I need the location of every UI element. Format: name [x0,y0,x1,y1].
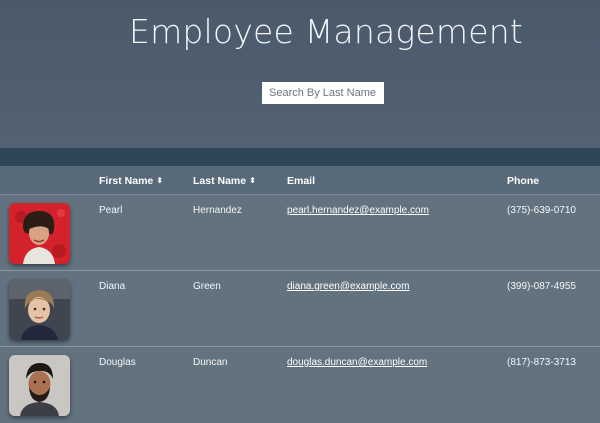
phone: (817)-873-3713 [507,357,576,368]
first-name: Pearl [99,205,123,216]
column-header-first-name[interactable]: First Name ⬍ [99,175,163,187]
first-name: Diana [99,281,126,292]
table-header: First Name ⬍ Last Name ⬍ Email Phone [0,166,600,195]
phone: (375)-639-0710 [507,205,576,216]
person-photo-avatar [9,279,70,340]
table-row: Pearl Hernandez pearl.hernandez@example.… [0,195,600,271]
column-header-label: Last Name [193,175,247,187]
email-cell: pearl.hernandez@example.com [287,205,429,216]
column-header-label: Phone [507,175,540,187]
table-row: Diana Green diana.green@example.com (399… [0,271,600,347]
email-link[interactable]: pearl.hernandez@example.com [287,205,429,216]
page-title: Employee Management [129,12,523,51]
column-header-label: First Name [99,175,154,187]
sort-icon[interactable]: ⬍ [249,177,256,185]
column-header-phone: Phone [507,175,539,187]
search-input[interactable] [262,82,384,104]
person-photo-avatar [9,203,70,264]
last-name: Duncan [193,357,228,368]
last-name: Green [193,281,221,292]
email-cell: diana.green@example.com [287,281,409,292]
column-header-last-name[interactable]: Last Name ⬍ [193,175,256,187]
header-divider-band [0,148,600,166]
page-header: Employee Management [0,0,600,148]
sort-icon[interactable]: ⬍ [156,177,163,185]
email-link[interactable]: douglas.duncan@example.com [287,357,427,368]
column-header-label: Email [287,175,316,187]
last-name: Hernandez [193,205,242,216]
email-link[interactable]: diana.green@example.com [287,281,409,292]
table-row: Douglas Duncan douglas.duncan@example.co… [0,347,600,423]
email-cell: douglas.duncan@example.com [287,357,427,368]
phone: (399)-087-4955 [507,281,576,292]
employee-table-body: Pearl Hernandez pearl.hernandez@example.… [0,195,600,423]
person-photo-avatar [9,355,70,416]
first-name: Douglas [99,357,136,368]
column-header-email: Email [287,175,315,187]
